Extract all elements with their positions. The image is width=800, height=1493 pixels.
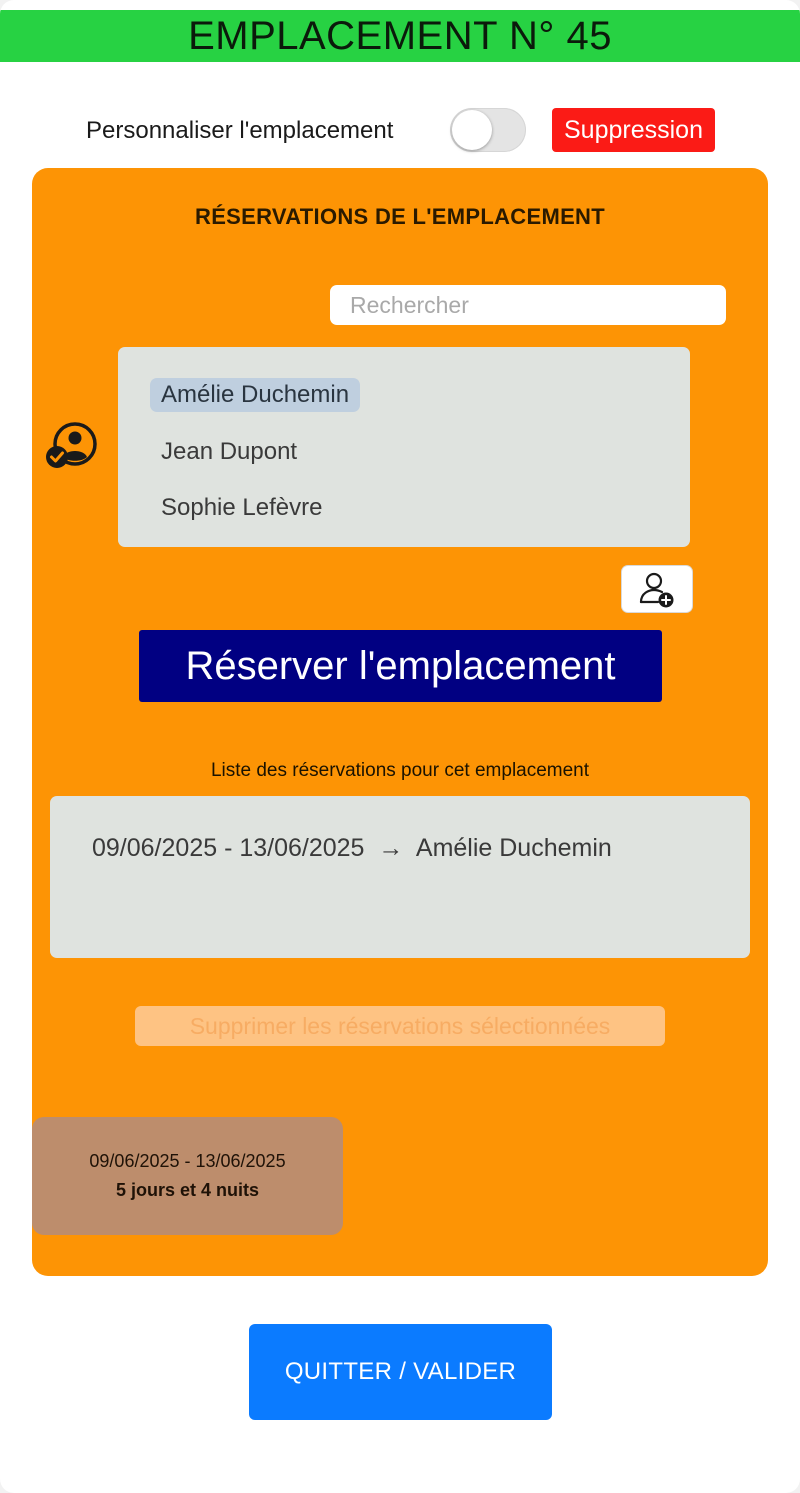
- customize-toggle[interactable]: [450, 108, 526, 152]
- options-row: Personnaliser l'emplacement Suppression: [0, 108, 800, 154]
- title-bar: EMPLACEMENT N° 45: [0, 10, 800, 62]
- reservation-guest: Amélie Duchemin: [415, 834, 612, 862]
- reservations-panel: RÉSERVATIONS DE L'EMPLACEMENT Amélie Duc…: [32, 168, 768, 1276]
- reserve-site-button[interactable]: Réserver l'emplacement: [139, 630, 662, 702]
- list-item-person[interactable]: Amélie Duchemin: [150, 378, 361, 412]
- list-item-person[interactable]: Sophie Lefèvre: [150, 491, 333, 525]
- add-person-button[interactable]: [622, 566, 692, 612]
- delete-site-button[interactable]: Suppression: [552, 108, 715, 152]
- customize-label: Personnaliser l'emplacement: [86, 117, 394, 144]
- site-window: EMPLACEMENT N° 45 Personnaliser l'emplac…: [0, 0, 800, 1493]
- summary-dates: 09/06/2025 - 13/06/2025: [89, 1151, 286, 1171]
- page-title: EMPLACEMENT N° 45: [188, 13, 612, 58]
- list-item-person[interactable]: Jean Dupont: [150, 435, 308, 469]
- reservations-list[interactable]: 09/06/2025 - 13/06/2025 → Amélie Duchemi…: [50, 796, 750, 958]
- person-add-icon: [639, 572, 674, 608]
- toggle-knob: [452, 110, 492, 150]
- people-list[interactable]: Amélie Duchemin Jean Dupont Sophie Lefèv…: [118, 347, 690, 547]
- reservation-dates: 09/06/2025 - 13/06/2025: [92, 834, 365, 862]
- person-check-icon: [46, 422, 97, 468]
- delete-selected-reservations-button[interactable]: Supprimer les réservations sélectionnées: [135, 1006, 665, 1046]
- reservation-summary-card: 09/06/2025 - 13/06/2025 5 jours et 4 nui…: [32, 1117, 343, 1235]
- panel-title: RÉSERVATIONS DE L'EMPLACEMENT: [195, 204, 605, 229]
- reservations-list-caption: Liste des réservations pour cet emplacem…: [210, 760, 590, 781]
- quit-validate-button[interactable]: QUITTER / VALIDER: [249, 1324, 552, 1420]
- search-input[interactable]: [330, 285, 726, 325]
- summary-duration: 5 jours et 4 nuits: [115, 1180, 260, 1200]
- arrow-right-icon: →: [378, 834, 404, 862]
- list-item-reservation[interactable]: 09/06/2025 - 13/06/2025 → Amélie Duchemi…: [92, 834, 612, 863]
